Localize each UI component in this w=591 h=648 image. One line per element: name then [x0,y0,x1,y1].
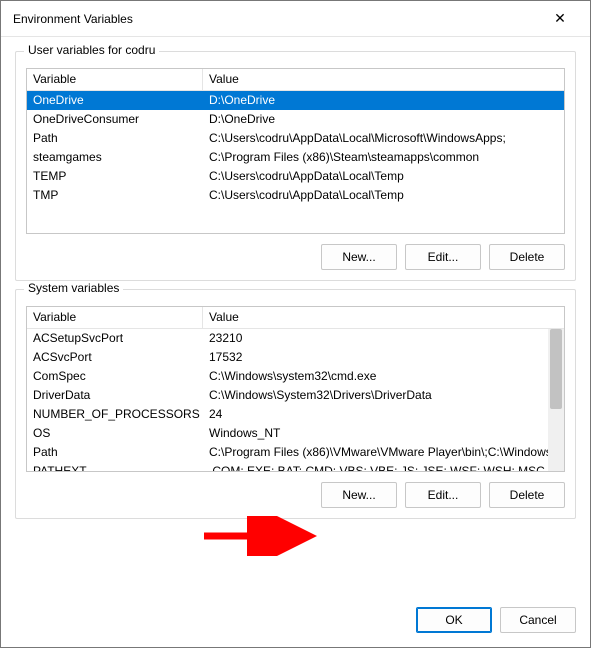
cell-variable: TMP [27,186,203,205]
user-list-body: OneDrive D:\OneDrive OneDriveConsumer D:… [27,91,564,205]
user-variables-list[interactable]: Variable Value OneDrive D:\OneDrive OneD… [26,68,565,234]
table-row[interactable]: OS Windows_NT [27,424,564,443]
system-variables-group: System variables Variable Value ACSetupS… [15,289,576,519]
table-row[interactable]: NUMBER_OF_PROCESSORS 24 [27,405,564,424]
user-group-legend: User variables for codru [24,43,159,57]
cell-variable: ACSetupSvcPort [27,329,203,348]
cell-variable: TEMP [27,167,203,186]
table-row[interactable]: DriverData C:\Windows\System32\Drivers\D… [27,386,564,405]
table-row[interactable]: TMP C:\Users\codru\AppData\Local\Temp [27,186,564,205]
cell-variable: NUMBER_OF_PROCESSORS [27,405,203,424]
system-list-header: Variable Value [27,307,564,329]
cell-value: D:\OneDrive [203,91,564,110]
cell-value: C:\Program Files (x86)\Steam\steamapps\c… [203,148,564,167]
system-list-body: ACSetupSvcPort 23210 ACSvcPort 17532 Com… [27,329,564,472]
user-edit-button[interactable]: Edit... [405,244,481,270]
cell-value: C:\Windows\system32\cmd.exe [203,367,564,386]
cell-value: 17532 [203,348,564,367]
cell-variable: Path [27,129,203,148]
system-buttons-row: New... Edit... Delete [26,482,565,508]
user-list-header: Variable Value [27,69,564,91]
ok-button[interactable]: OK [416,607,492,633]
cell-value: 24 [203,405,564,424]
cell-value: 23210 [203,329,564,348]
user-variables-group: User variables for codru Variable Value … [15,51,576,281]
close-icon: ✕ [554,10,566,27]
cell-variable: ACSvcPort [27,348,203,367]
table-row[interactable]: ACSvcPort 17532 [27,348,564,367]
cell-value: C:\Users\codru\AppData\Local\Temp [203,167,564,186]
cell-variable: PATHEXT [27,462,203,472]
system-edit-button[interactable]: Edit... [405,482,481,508]
cell-variable: OneDriveConsumer [27,110,203,129]
table-row[interactable]: Path C:\Program Files (x86)\VMware\VMwar… [27,443,564,462]
cell-variable: steamgames [27,148,203,167]
user-new-button[interactable]: New... [321,244,397,270]
titlebar: Environment Variables ✕ [1,1,590,37]
table-row[interactable]: PATHEXT .COM;.EXE;.BAT;.CMD;.VBS;.VBE;.J… [27,462,564,472]
system-new-button[interactable]: New... [321,482,397,508]
table-row[interactable]: ComSpec C:\Windows\system32\cmd.exe [27,367,564,386]
dialog-title: Environment Variables [13,12,538,26]
col-header-variable[interactable]: Variable [27,69,203,90]
cell-value: D:\OneDrive [203,110,564,129]
cell-variable: OneDrive [27,91,203,110]
cell-value: C:\Users\codru\AppData\Local\Microsoft\W… [203,129,564,148]
table-row[interactable]: Path C:\Users\codru\AppData\Local\Micros… [27,129,564,148]
cell-value: .COM;.EXE;.BAT;.CMD;.VBS;.VBE;.JS;.JSE;.… [203,462,564,472]
vertical-scrollbar[interactable] [548,329,564,471]
cell-value: C:\Program Files (x86)\VMware\VMware Pla… [203,443,564,462]
environment-variables-dialog: Environment Variables ✕ User variables f… [0,0,591,648]
table-row[interactable]: OneDriveConsumer D:\OneDrive [27,110,564,129]
col-header-value[interactable]: Value [203,307,564,328]
cell-variable: ComSpec [27,367,203,386]
cancel-button[interactable]: Cancel [500,607,576,633]
col-header-value[interactable]: Value [203,69,564,90]
dialog-body: User variables for codru Variable Value … [1,37,590,597]
cell-variable: DriverData [27,386,203,405]
cell-variable: OS [27,424,203,443]
cell-variable: Path [27,443,203,462]
cell-value: Windows_NT [203,424,564,443]
system-group-legend: System variables [24,281,123,295]
table-row[interactable]: steamgames C:\Program Files (x86)\Steam\… [27,148,564,167]
user-buttons-row: New... Edit... Delete [26,244,565,270]
table-row[interactable]: TEMP C:\Users\codru\AppData\Local\Temp [27,167,564,186]
dialog-footer: OK Cancel [1,597,590,647]
cell-value: C:\Users\codru\AppData\Local\Temp [203,186,564,205]
scrollbar-thumb[interactable] [550,329,562,409]
system-variables-list[interactable]: Variable Value ACSetupSvcPort 23210 ACSv… [26,306,565,472]
table-row[interactable]: ACSetupSvcPort 23210 [27,329,564,348]
user-delete-button[interactable]: Delete [489,244,565,270]
table-row[interactable]: OneDrive D:\OneDrive [27,91,564,110]
system-delete-button[interactable]: Delete [489,482,565,508]
cell-value: C:\Windows\System32\Drivers\DriverData [203,386,564,405]
close-button[interactable]: ✕ [538,4,582,34]
col-header-variable[interactable]: Variable [27,307,203,328]
